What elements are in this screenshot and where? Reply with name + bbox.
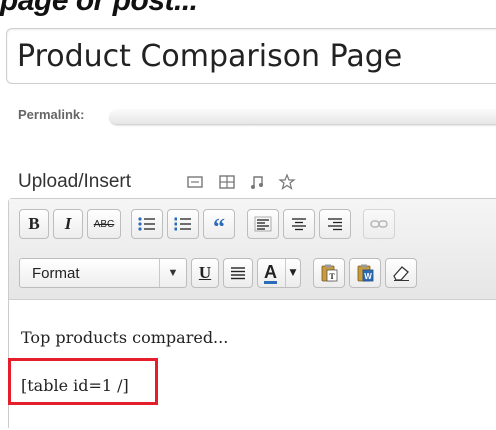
- text-color-icon: A: [264, 261, 277, 284]
- justify-icon: [231, 267, 245, 280]
- title-field[interactable]: [6, 28, 496, 84]
- align-left-icon: [254, 216, 272, 232]
- svg-text:T: T: [329, 272, 335, 281]
- text-color-button[interactable]: A ▼: [257, 258, 301, 288]
- align-center-button[interactable]: [283, 209, 315, 239]
- paste-word-icon: W: [357, 264, 374, 282]
- permalink-redaction: [110, 110, 496, 124]
- justify-button[interactable]: [223, 258, 253, 288]
- page-heading: page or post...: [0, 0, 198, 17]
- align-right-icon: [328, 218, 342, 231]
- bold-button[interactable]: B: [19, 209, 49, 239]
- strikethrough-button[interactable]: ABC: [87, 209, 121, 239]
- numbered-list-icon: [174, 217, 191, 231]
- link-icon: [370, 220, 388, 228]
- bullet-list-icon: [138, 217, 155, 231]
- video-icon[interactable]: [218, 173, 236, 191]
- format-label: Format: [32, 265, 80, 282]
- italic-icon: I: [64, 214, 72, 233]
- bullet-list-button[interactable]: [131, 209, 163, 239]
- svg-text:W: W: [364, 272, 372, 281]
- paste-word-button[interactable]: W: [349, 258, 381, 288]
- upload-insert-label: Upload/Insert: [18, 171, 132, 192]
- blockquote-icon: “: [213, 215, 225, 241]
- align-center-icon: [292, 218, 306, 231]
- numbered-list-button[interactable]: [167, 209, 199, 239]
- blockquote-button[interactable]: “: [203, 209, 235, 241]
- clear-formatting-button[interactable]: [385, 258, 417, 288]
- chevron-down-icon: ▼: [159, 259, 186, 287]
- italic-button[interactable]: I: [53, 209, 83, 239]
- format-select[interactable]: Format ▼: [19, 258, 187, 288]
- content-line: Top products compared...: [21, 328, 229, 347]
- align-left-button[interactable]: [247, 209, 279, 239]
- underline-icon: U: [198, 263, 212, 282]
- image-icon[interactable]: [186, 173, 204, 191]
- bold-icon: B: [28, 214, 40, 233]
- editor-toolbar: B I ABC “ Format ▼ U A ▼ T W: [9, 199, 496, 300]
- title-input[interactable]: [17, 35, 496, 77]
- paste-text-icon: T: [321, 264, 338, 282]
- paste-text-button[interactable]: T: [313, 258, 345, 288]
- align-right-button[interactable]: [319, 209, 351, 239]
- permalink-label: Permalink:: [18, 107, 85, 122]
- shortcode-highlight-box: [8, 358, 158, 405]
- audio-icon[interactable]: [248, 173, 266, 191]
- link-button[interactable]: [363, 209, 395, 239]
- media-icon[interactable]: [278, 173, 296, 191]
- strikethrough-icon: ABC: [93, 218, 115, 230]
- chevron-down-icon: ▼: [285, 259, 300, 287]
- underline-button[interactable]: U: [191, 258, 219, 288]
- eraser-icon: [393, 266, 409, 281]
